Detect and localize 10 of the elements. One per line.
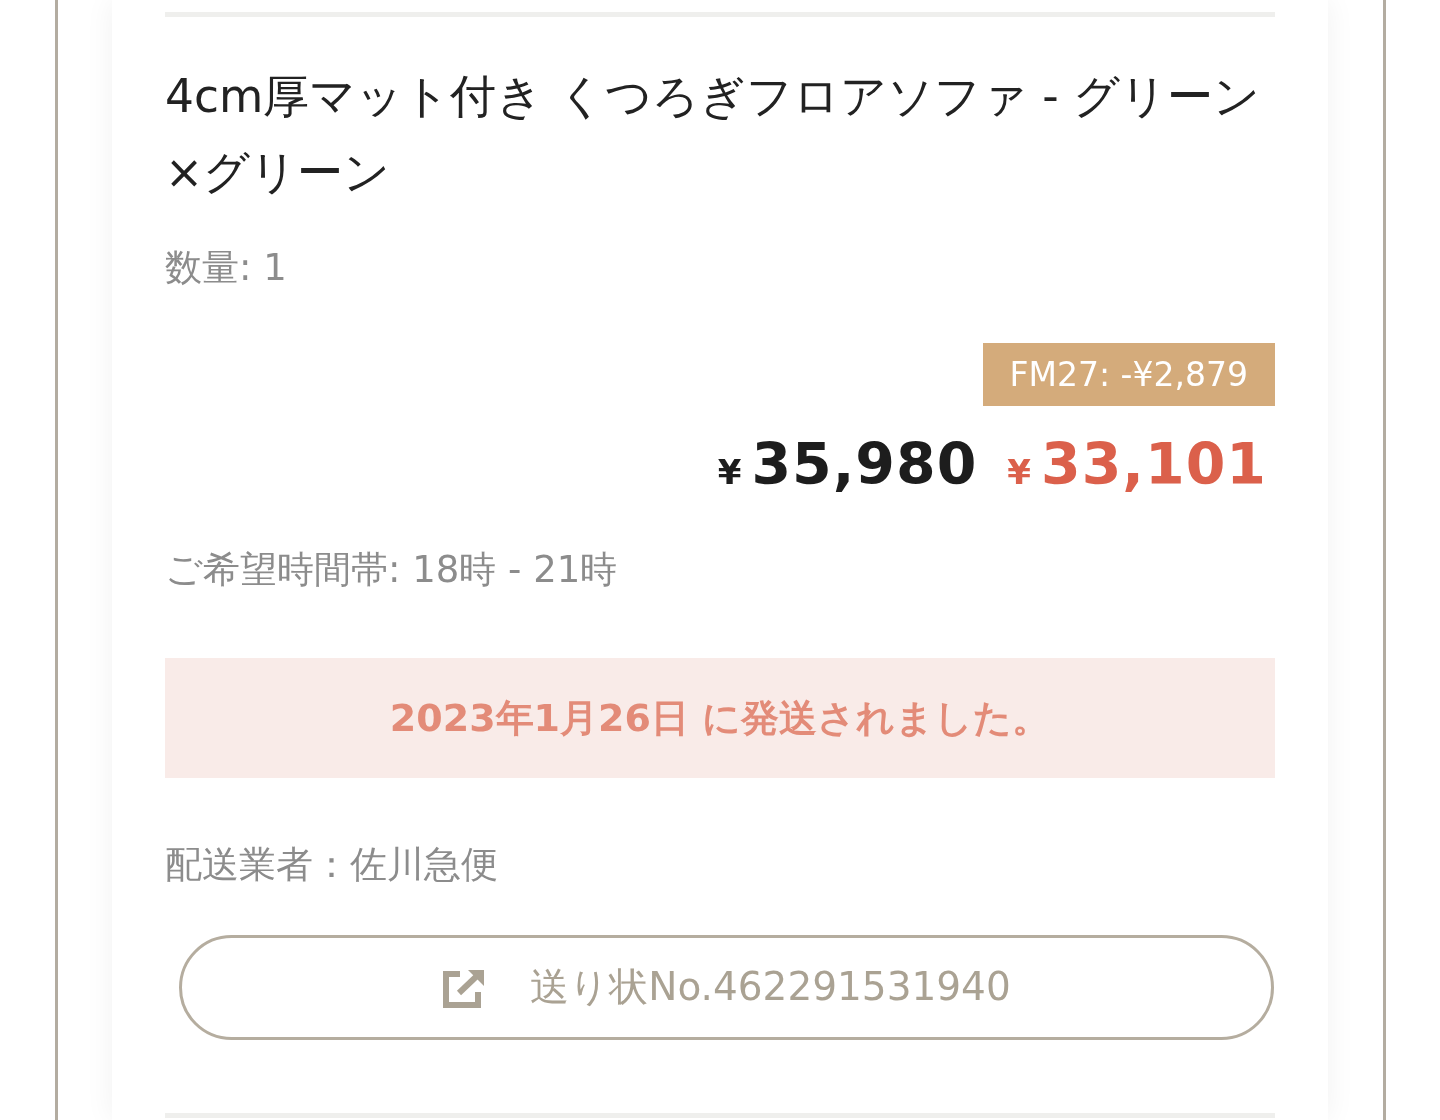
sale-price: ¥ 33,101 xyxy=(1007,430,1267,499)
carrier-text: 配送業者：佐川急便 xyxy=(165,842,499,888)
original-price: ¥ 35,980 xyxy=(717,430,978,499)
product-title: 4cm厚マット付き くつろぎフロアソファ - グリーン×グリーン xyxy=(165,69,1262,201)
discount-tag: FM27: -¥2,879 xyxy=(982,343,1275,406)
shipping-notice: 2023年1月26日 に発送されました。 xyxy=(165,658,1275,778)
external-link-icon xyxy=(442,967,487,1008)
tracking-button[interactable]: 送り状No.462291531940 xyxy=(179,935,1274,1040)
delivery-time-text: ご希望時間帯: 18時 - 21時 xyxy=(165,547,619,593)
quantity-text: 数量: 1 xyxy=(165,245,288,291)
